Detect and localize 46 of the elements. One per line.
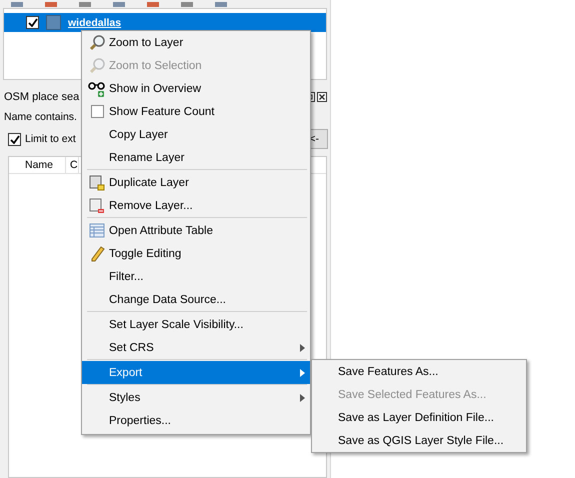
toolbar-icon[interactable] [214, 2, 228, 8]
menu-item[interactable]: Open Attribute Table [82, 219, 310, 242]
panel-title: OSM place sea [4, 91, 80, 103]
remove-layer-icon [89, 198, 105, 214]
menu-item[interactable]: Remove Layer... [82, 194, 310, 217]
submenu-arrow-icon [300, 369, 305, 377]
menu-item[interactable]: Styles [82, 386, 310, 409]
magnifier-icon [88, 34, 106, 51]
menu-item[interactable]: Zoom to Layer [82, 31, 310, 54]
toolbar-icon[interactable] [78, 2, 92, 8]
menu-item[interactable]: Change Data Source... [82, 288, 310, 311]
menu-item[interactable]: Export [82, 361, 310, 384]
toolbar-icon[interactable] [10, 2, 24, 8]
duplicate-layer-icon [89, 174, 105, 190]
toolbar-icon[interactable] [112, 2, 126, 8]
menu-item[interactable]: Save Features As... [312, 360, 526, 383]
menu-item[interactable]: Duplicate Layer [82, 171, 310, 194]
column-header[interactable]: C [66, 157, 79, 173]
pencil-icon [89, 246, 105, 262]
menu-item[interactable]: Show Feature Count [82, 100, 310, 123]
menu-item[interactable]: Filter... [82, 265, 310, 288]
checkbox-label: Limit to ext [25, 133, 76, 145]
menu-item[interactable]: Save as QGIS Layer Style File... [312, 429, 526, 452]
column-header[interactable]: Name [9, 157, 66, 173]
menu-item[interactable]: Rename Layer [82, 146, 310, 169]
menu-item[interactable]: Set CRS [82, 336, 310, 359]
menu-item[interactable]: Show in Overview [82, 77, 310, 100]
glasses-icon [88, 80, 106, 96]
menu-item[interactable]: Toggle Editing [82, 242, 310, 265]
toolbar-icon[interactable] [44, 2, 58, 8]
menu-checkbox[interactable] [90, 105, 104, 118]
submenu-arrow-icon [300, 394, 305, 402]
toolbar-icon[interactable] [146, 2, 160, 8]
layer-checkbox[interactable] [26, 16, 39, 29]
limit-checkbox[interactable] [8, 132, 21, 146]
field-label: Name contains. [4, 111, 77, 123]
magnifier-icon [88, 57, 106, 74]
toolbar-icon[interactable] [180, 2, 194, 8]
menu-item[interactable]: Properties... [82, 409, 310, 432]
layer-name: widedallas [68, 16, 122, 28]
menu-item[interactable]: Save as Layer Definition File... [312, 406, 526, 429]
close-icon[interactable] [317, 92, 327, 102]
menu-item[interactable]: Set Layer Scale Visibility... [82, 313, 310, 336]
table-icon [89, 223, 105, 238]
layer-row[interactable]: widedallas [4, 13, 326, 32]
submenu-arrow-icon [300, 344, 305, 352]
